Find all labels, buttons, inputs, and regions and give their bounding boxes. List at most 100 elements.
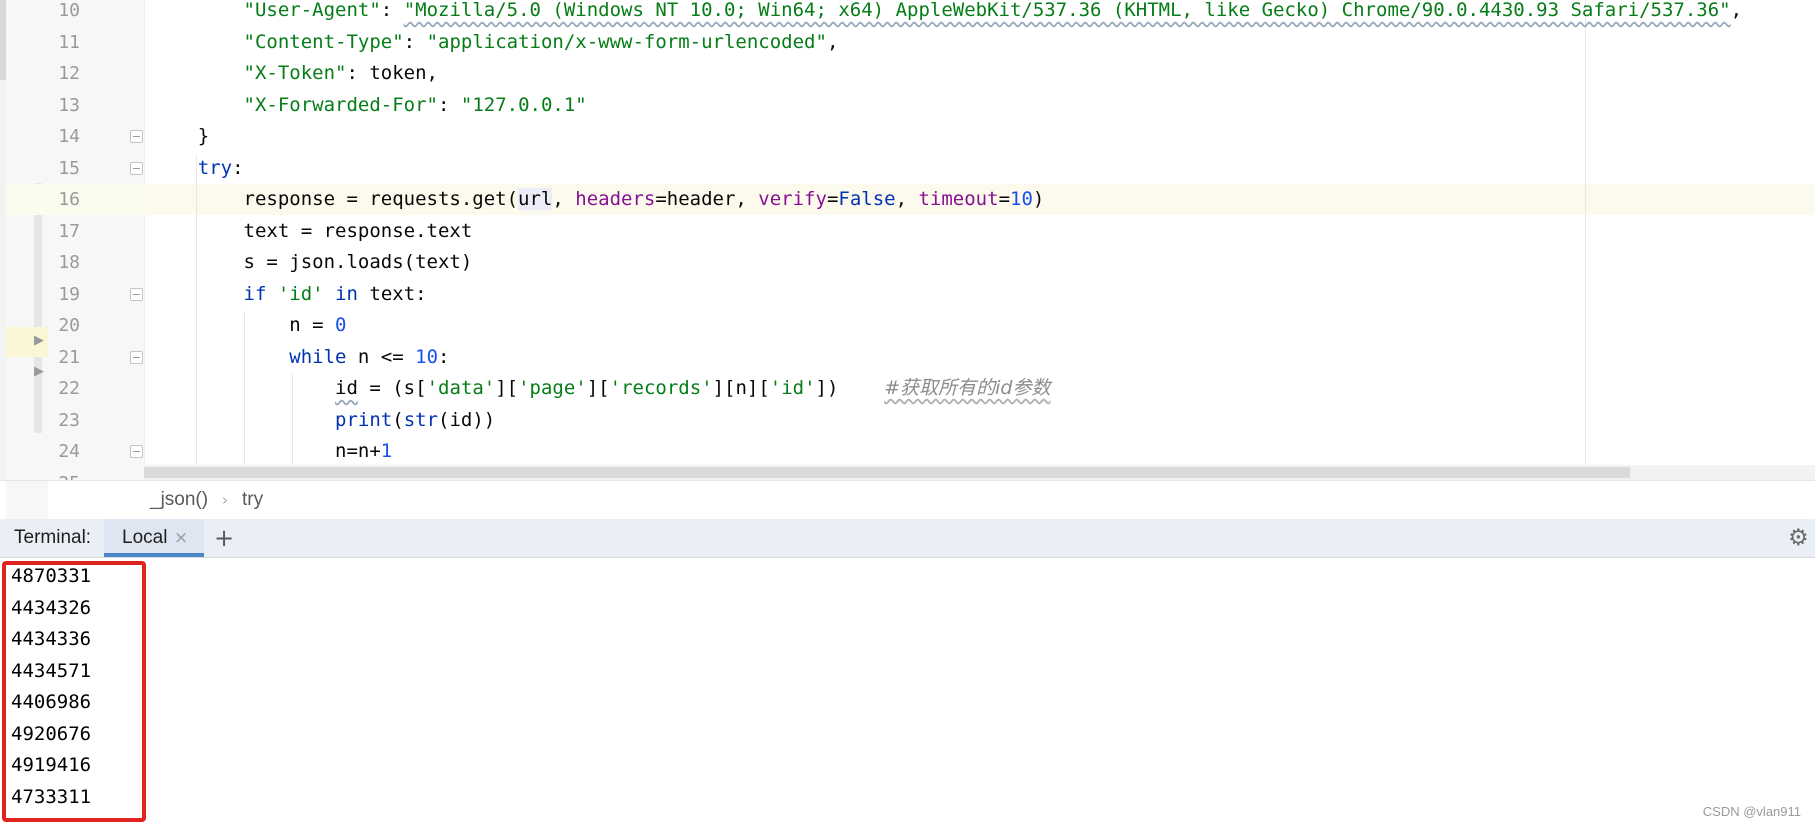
- terminal-tab-local[interactable]: Local ×: [104, 519, 204, 557]
- breadcrumb-gutter: [6, 481, 48, 519]
- code-token: ]): [815, 377, 885, 399]
- horizontal-scrollbar-thumb[interactable]: [144, 467, 1630, 478]
- line-number: 21: [58, 347, 80, 368]
- watermark: CSDN @vlan911: [1702, 804, 1801, 819]
- run-gutter-icon[interactable]: ▶: [34, 333, 44, 348]
- code-token: "X-Forwarded-For": [243, 94, 438, 116]
- line-number: 20: [58, 315, 80, 336]
- code-token: s = json.loads(text): [152, 251, 473, 273]
- code-token: 'page': [518, 377, 587, 399]
- code-token: =header,: [655, 188, 759, 210]
- code-token: ][n][: [712, 377, 770, 399]
- code-token: if: [243, 283, 267, 305]
- code-line[interactable]: print(str(id)): [152, 405, 495, 436]
- code-token: "X-Token": [243, 62, 347, 84]
- fold-marker-icon[interactable]: [130, 445, 143, 458]
- code-line[interactable]: "User-Agent": "Mozilla/5.0 (Windows NT 1…: [152, 0, 1743, 26]
- code-token: str: [403, 409, 439, 431]
- fold-marker-icon[interactable]: [130, 130, 143, 143]
- code-token: 0: [335, 314, 347, 336]
- code-token: while: [289, 346, 347, 368]
- terminal-output[interactable]: 4870331 4434326 4434336 4434571 4406986 …: [0, 558, 1815, 825]
- code-line[interactable]: "X-Token": token,: [152, 58, 438, 89]
- line-number: 14: [58, 126, 80, 147]
- code-token: 1: [380, 440, 393, 462]
- code-token: 10: [415, 346, 439, 368]
- code-token: :: [232, 157, 244, 179]
- terminal-tab-label: Local: [122, 527, 168, 548]
- code-token: "application/x-www-form-urlencoded": [426, 31, 827, 53]
- code-token: }: [152, 125, 210, 147]
- code-token: 'id': [769, 377, 816, 399]
- highlight-annotation-box: [2, 561, 146, 822]
- scope-marker: [34, 183, 42, 433]
- code-token: headers: [575, 188, 656, 210]
- gear-icon[interactable]: ⚙: [1788, 521, 1809, 555]
- add-tab-icon[interactable]: +: [214, 519, 234, 557]
- code-token: id: [335, 377, 358, 399]
- code-token: =: [826, 188, 839, 210]
- code-token: try: [197, 157, 233, 179]
- code-token: "User-Agent": [243, 0, 381, 21]
- code-token: text = response.text: [152, 220, 473, 242]
- code-token: "Mozilla/5.0 (Windows NT 10.0; Win64; x6…: [403, 0, 1731, 21]
- fold-marker-icon[interactable]: [130, 351, 143, 364]
- code-token: in: [335, 283, 358, 305]
- code-line[interactable]: n = 0: [152, 310, 346, 341]
- code-line[interactable]: s = json.loads(text): [152, 247, 473, 278]
- code-line[interactable]: response = requests.get(url, headers=hea…: [152, 184, 1044, 215]
- line-number: 25: [48, 468, 80, 480]
- breadcrumb-item-function[interactable]: _json(): [150, 481, 208, 519]
- code-line[interactable]: while n <= 10:: [152, 342, 449, 373]
- breadcrumb-item-try[interactable]: try: [242, 481, 263, 519]
- code-token: = (s[: [357, 377, 427, 399]
- line-number: 23: [58, 410, 80, 431]
- code-line[interactable]: if 'id' in text:: [152, 279, 427, 310]
- line-number: 24: [58, 441, 80, 462]
- line-number: 22: [58, 378, 80, 399]
- code-line[interactable]: }: [152, 121, 209, 152]
- code-token: :: [380, 0, 404, 21]
- code-token: ][: [495, 377, 519, 399]
- code-token: ,: [895, 188, 919, 210]
- code-line[interactable]: n=n+1: [152, 436, 392, 467]
- code-token: (id)): [438, 409, 496, 431]
- line-number: 12: [58, 63, 80, 84]
- code-token: "127.0.0.1": [460, 94, 587, 116]
- right-margin-guide: [1585, 0, 1586, 480]
- code-line[interactable]: id = (s['data']['page']['records'][n]['i…: [152, 373, 1050, 404]
- code-token: 'data': [426, 377, 496, 399]
- active-tab-indicator: [104, 553, 204, 557]
- code-line[interactable]: text = response.text: [152, 216, 473, 247]
- code-editor[interactable]: ▶ ▶ 10 11 12 13 14 15 16 17 18 19 20 21 …: [0, 0, 1815, 480]
- breadcrumb-separator-icon: ›: [222, 491, 228, 509]
- code-token: ,: [1730, 0, 1743, 21]
- code-line[interactable]: try:: [152, 153, 244, 184]
- fold-marker-icon[interactable]: [130, 288, 143, 301]
- code-token: : token,: [346, 62, 438, 84]
- code-token: 'records': [609, 377, 713, 399]
- line-number: 17: [58, 221, 80, 242]
- fold-marker-icon[interactable]: [130, 162, 143, 175]
- code-line[interactable]: "Content-Type": "application/x-www-form-…: [152, 27, 839, 58]
- line-number: 18: [58, 252, 80, 273]
- line-number: 15: [58, 158, 80, 179]
- line-number: 16: [58, 189, 80, 210]
- code-line[interactable]: "X-Forwarded-For": "127.0.0.1": [152, 90, 587, 121]
- code-token: response = requests.get(: [152, 188, 519, 210]
- close-icon[interactable]: ×: [174, 519, 188, 557]
- code-token: =: [998, 188, 1011, 210]
- horizontal-scrollbar[interactable]: [144, 465, 1815, 480]
- code-token: "Content-Type": [243, 31, 404, 53]
- line-number: 11: [58, 32, 80, 53]
- line-number: 13: [58, 95, 80, 116]
- run-gutter-icon[interactable]: ▶: [34, 364, 44, 379]
